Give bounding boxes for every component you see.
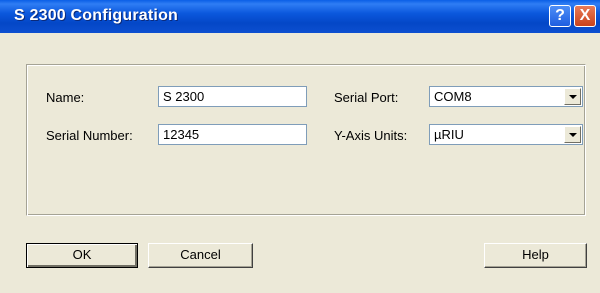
question-mark-icon[interactable]: ?	[549, 5, 571, 27]
close-x-icon[interactable]: X	[574, 5, 596, 27]
y-axis-units-select[interactable]: µRIU	[429, 124, 583, 145]
ok-button[interactable]: OK	[26, 243, 138, 268]
serial-port-value: COM8	[434, 89, 472, 104]
name-label: Name:	[46, 90, 85, 105]
serial-port-label: Serial Port:	[334, 90, 399, 105]
y-axis-units-value: µRIU	[434, 127, 464, 142]
serial-number-label: Serial Number:	[46, 128, 133, 143]
chevron-down-icon[interactable]	[564, 88, 581, 105]
help-button[interactable]: Help	[484, 243, 587, 268]
y-axis-units-label: Y-Axis Units:	[334, 128, 408, 143]
serial-number-field[interactable]: 12345	[158, 124, 307, 145]
chevron-down-icon[interactable]	[564, 126, 581, 143]
serial-port-select[interactable]: COM8	[429, 86, 583, 107]
title-bar[interactable]: S 2300 Configuration ? X	[0, 0, 600, 33]
window-title: S 2300 Configuration	[14, 7, 179, 24]
cancel-button[interactable]: Cancel	[148, 243, 253, 268]
name-field[interactable]: S 2300	[158, 86, 307, 107]
